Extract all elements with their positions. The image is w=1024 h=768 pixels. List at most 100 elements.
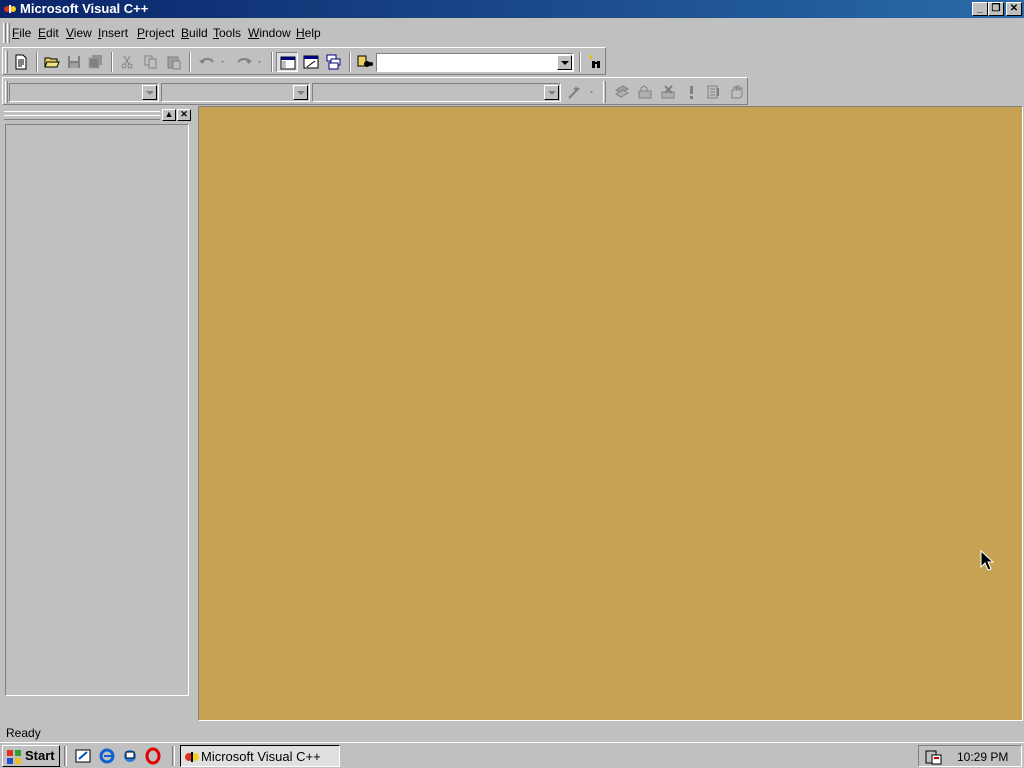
menu-file[interactable]: File xyxy=(12,26,31,40)
save-all-icon xyxy=(88,55,102,69)
status-bar: Ready xyxy=(0,722,1024,742)
tray-clock[interactable]: 10:29 PM xyxy=(957,750,1008,764)
workspace-pane: ▲ ✕ xyxy=(2,108,194,720)
toolbar-grip[interactable] xyxy=(5,81,8,103)
opera-icon[interactable] xyxy=(144,747,162,765)
save-button[interactable] xyxy=(63,52,85,72)
exclamation-icon xyxy=(690,86,693,99)
new-file-icon xyxy=(15,54,27,70)
redo-button[interactable] xyxy=(231,52,265,72)
copy-button[interactable] xyxy=(140,52,162,72)
window-title: Microsoft Visual C++ xyxy=(20,1,149,16)
find-combo-dropdown-button[interactable] xyxy=(557,55,572,70)
go-debug-icon xyxy=(707,85,719,99)
class-combo-dropdown-button[interactable] xyxy=(142,85,157,100)
wizardbar-actions-button[interactable] xyxy=(563,82,597,102)
toolbar-separator xyxy=(36,52,38,72)
toolbar-separator xyxy=(111,52,113,72)
menu-tools[interactable]: Tools xyxy=(213,26,241,40)
insert-breakpoint-button[interactable] xyxy=(725,82,747,102)
menu-bar: File Edit View Insert Project Build Tool… xyxy=(0,20,1024,46)
workspace-drag-bar[interactable] xyxy=(4,110,160,120)
standard-toolbar xyxy=(2,47,606,75)
cut-button[interactable] xyxy=(116,52,138,72)
filter-combo[interactable] xyxy=(161,83,310,102)
show-desktop-icon[interactable] xyxy=(74,747,92,765)
start-button[interactable]: Start xyxy=(2,745,60,767)
taskbar-separator xyxy=(64,746,67,766)
stop-build-button[interactable] xyxy=(657,82,679,102)
toolbar-separator xyxy=(189,52,191,72)
title-bar[interactable]: Microsoft Visual C++ _ ❐ ✕ xyxy=(0,0,1024,18)
compile-icon xyxy=(615,85,629,98)
execute-button[interactable] xyxy=(680,82,702,102)
hand-icon xyxy=(731,85,743,99)
workspace-close-button[interactable]: ✕ xyxy=(177,109,191,121)
menubar-grip-2[interactable] xyxy=(7,23,10,43)
toolbar-separator xyxy=(349,52,351,72)
build-icon xyxy=(638,85,652,99)
copy-icon xyxy=(144,55,157,69)
close-button[interactable]: ✕ xyxy=(1006,2,1022,16)
save-all-button[interactable] xyxy=(85,52,107,72)
taskbar-separator xyxy=(172,746,175,766)
menu-build[interactable]: Build xyxy=(181,26,208,40)
members-combo[interactable] xyxy=(312,83,561,102)
menu-view[interactable]: View xyxy=(66,26,92,40)
members-combo-dropdown-button[interactable] xyxy=(544,85,559,100)
internet-explorer-icon[interactable] xyxy=(98,747,116,765)
paste-clipboard-icon xyxy=(167,56,181,70)
menu-window[interactable]: Window xyxy=(248,26,291,40)
output-toggle-button[interactable] xyxy=(300,52,322,72)
network-icon[interactable] xyxy=(121,747,139,765)
open-folder-icon xyxy=(44,57,60,68)
build-button[interactable] xyxy=(634,82,656,102)
build-toolbar-grip[interactable] xyxy=(603,81,606,103)
scissors-icon xyxy=(121,55,133,69)
find-in-files-button[interactable] xyxy=(354,52,376,72)
filter-combo-dropdown-button[interactable] xyxy=(293,85,308,100)
workspace-toggle-button[interactable] xyxy=(276,52,298,72)
redo-arrow-icon xyxy=(237,58,261,64)
menu-project[interactable]: Project xyxy=(137,26,174,40)
undo-arrow-icon xyxy=(199,58,224,64)
paste-button[interactable] xyxy=(163,52,185,72)
menu-help[interactable]: Help xyxy=(296,26,321,40)
find-combo[interactable] xyxy=(376,53,574,72)
compile-button[interactable] xyxy=(611,82,633,102)
menubar-grip[interactable] xyxy=(3,23,6,43)
system-tray: 10:29 PM xyxy=(918,745,1022,767)
workspace-view[interactable] xyxy=(5,124,189,696)
go-button[interactable] xyxy=(703,82,725,102)
minimize-button[interactable]: _ xyxy=(972,2,988,16)
new-text-file-button[interactable] xyxy=(10,52,32,72)
save-disk-icon xyxy=(68,56,80,68)
toolbar-separator xyxy=(271,52,273,72)
window-list-icon xyxy=(326,54,341,70)
find-button[interactable] xyxy=(583,52,605,72)
status-text: Ready xyxy=(6,726,41,740)
class-combo[interactable] xyxy=(9,83,159,102)
toolbar-grip[interactable] xyxy=(5,51,8,73)
workspace-window-icon xyxy=(280,56,296,70)
windows-logo-icon xyxy=(7,750,21,764)
output-window-icon xyxy=(303,55,319,69)
editor-area[interactable] xyxy=(198,106,1023,721)
open-button[interactable] xyxy=(41,52,63,72)
tray-app-icon[interactable] xyxy=(925,748,943,766)
menu-insert[interactable]: Insert xyxy=(98,26,128,40)
taskbar-task-visual-cpp[interactable]: Microsoft Visual C++ xyxy=(180,745,340,767)
task-label: Microsoft Visual C++ xyxy=(201,749,321,764)
visual-cpp-task-icon xyxy=(185,752,199,762)
menu-edit[interactable]: Edit xyxy=(38,26,59,40)
toolbar-separator xyxy=(579,52,581,72)
find-in-files-icon xyxy=(357,55,373,67)
undo-button[interactable] xyxy=(194,52,228,72)
magic-wand-icon xyxy=(568,86,593,99)
visual-cpp-app-icon[interactable] xyxy=(3,2,17,16)
binoculars-icon xyxy=(589,54,600,68)
restore-button[interactable]: ❐ xyxy=(988,2,1004,16)
workspace-maximize-button[interactable]: ▲ xyxy=(162,109,176,121)
window-list-button[interactable] xyxy=(323,52,345,72)
stop-build-icon xyxy=(661,85,675,99)
